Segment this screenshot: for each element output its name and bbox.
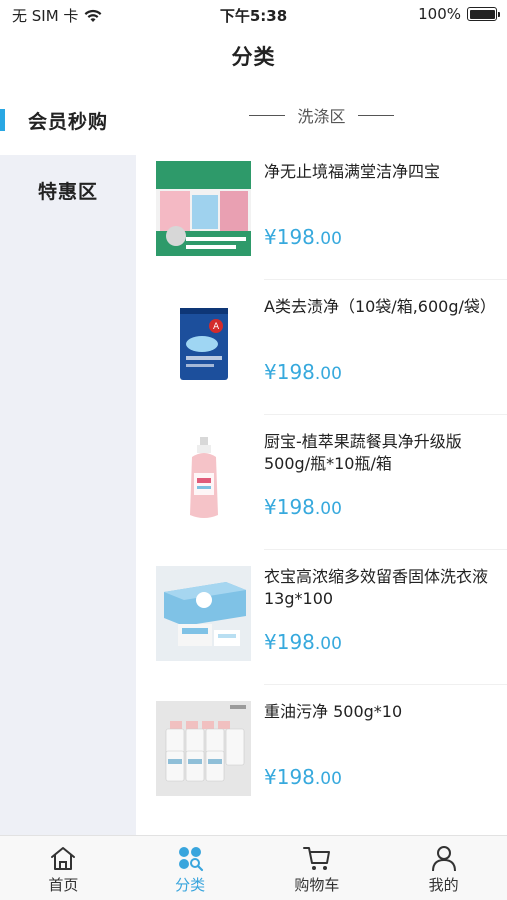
nav-bar: 分类 [0,30,507,85]
product-name: 重油污净 500g*10 [264,702,403,721]
section-header: 洗涤区 [136,85,507,145]
svg-text:A: A [213,322,220,332]
tab-label: 首页 [48,876,79,894]
bottom-tab-bar: 首页 分类 购物车 我的 [0,835,507,900]
product-item[interactable]: 衣宝高浓缩多效留香固体洗衣液 13g*100 ¥198.00 [136,550,507,685]
cleaning-set-box-image [156,161,251,256]
detergent-bag-image: A [156,296,251,391]
sidebar-item-label: 会员秒购 [27,110,108,133]
sidebar-item-special-offers[interactable]: 特惠区 [0,155,136,225]
divider-line [249,114,286,116]
status-battery-group: 100% [418,5,500,23]
product-price: ¥198.00 [264,765,342,789]
cart-icon [302,847,330,870]
laundry-pods-box-image [156,566,251,661]
product-price: ¥198.00 [264,630,342,654]
sidebar-item-member-flash[interactable]: 会员秒购 [0,85,136,155]
product-name: 厨宝-植萃果蔬餐具净升级版500g/瓶*10瓶/箱 [264,432,462,473]
sidebar-item-label: 特惠区 [37,180,98,203]
product-item[interactable]: 重油污净 500g*10 ¥198.00 [136,685,507,820]
product-list-panel: 洗涤区 净无止境福满堂洁净四宝 ¥198.00 A A类去渍净（10袋/箱,60… [136,85,507,835]
product-item[interactable]: 厨宝-植萃果蔬餐具净升级版500g/瓶*10瓶/箱 ¥198.00 [136,415,507,550]
divider-line [357,114,394,116]
product-name: 衣宝高浓缩多效留香固体洗衣液 13g*100 [264,567,489,608]
tab-profile[interactable]: 我的 [380,836,507,900]
tab-label: 购物车 [294,876,340,894]
tab-category[interactable]: 分类 [127,836,254,900]
dish-soap-bottle-image [156,431,251,526]
degreaser-bottles-image [156,701,251,796]
status-bar: 无 SIM 卡 下午5:38 100% [0,0,507,30]
product-price: ¥198.00 [264,225,342,249]
tab-home[interactable]: 首页 [0,836,127,900]
user-icon [431,846,456,872]
home-icon [51,847,76,870]
tab-cart[interactable]: 购物车 [254,836,381,900]
category-sidebar: 会员秒购 特惠区 [0,85,136,835]
battery-percent: 100% [418,5,461,23]
section-title: 洗涤区 [297,107,346,126]
tab-label: 我的 [428,876,459,894]
product-price: ¥198.00 [264,495,342,519]
product-name: A类去渍净（10袋/箱,600g/袋） [264,297,496,316]
product-item[interactable]: A A类去渍净（10袋/箱,600g/袋） ¥198.00 [136,280,507,415]
battery-icon [467,7,500,21]
product-item[interactable]: 净无止境福满堂洁净四宝 ¥198.00 [136,145,507,280]
category-icon [179,847,204,872]
product-price: ¥198.00 [264,360,342,384]
tab-label: 分类 [175,876,206,894]
product-name: 净无止境福满堂洁净四宝 [264,162,441,181]
page-title: 分类 [231,45,276,69]
